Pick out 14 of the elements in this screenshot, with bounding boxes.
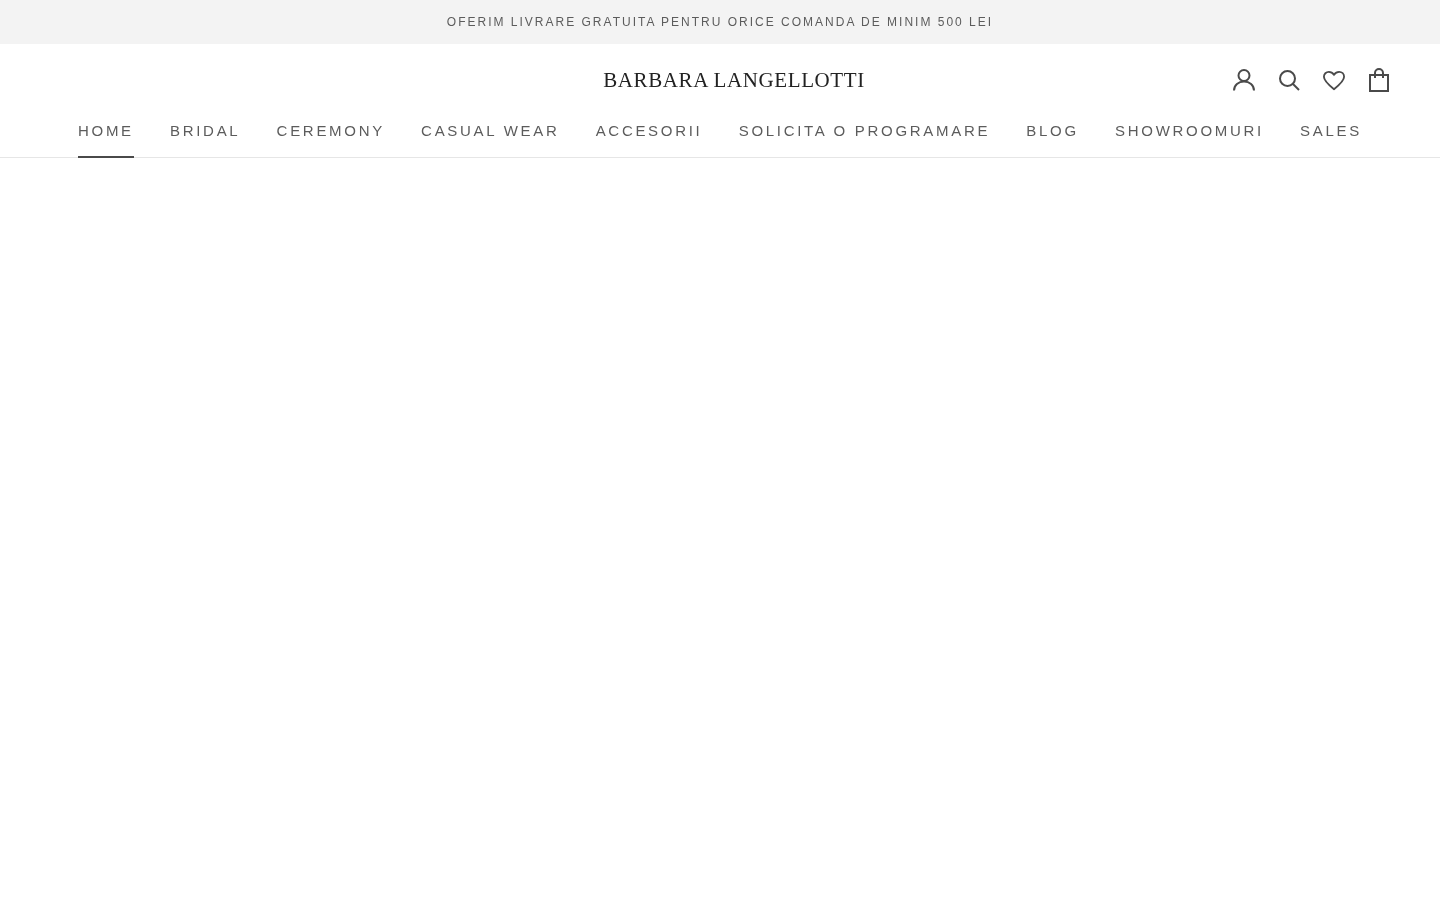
nav-link[interactable]: BRIDAL (170, 116, 241, 158)
search-icon[interactable] (1278, 68, 1300, 92)
nav-link[interactable]: SALES (1300, 116, 1362, 158)
shopping-bag-icon[interactable] (1368, 68, 1390, 92)
nav-link[interactable]: CASUAL WEAR (421, 116, 560, 158)
announcement-text: OFERIM LIVRARE GRATUITA PENTRU ORICE COMANDA DE MINIM 500 LEI (446, 15, 994, 29)
account-icon[interactable] (1233, 68, 1255, 92)
brand-logo[interactable]: BARBARA LANGELLOTTI (603, 67, 865, 93)
nav-link[interactable]: SHOWROOMURI (1115, 116, 1264, 158)
nav-link[interactable]: CEREMONY (276, 116, 385, 158)
nav-link[interactable]: SOLICITA O PROGRAMARE (738, 116, 991, 158)
nav-link[interactable]: ACCESORII (595, 116, 703, 158)
nav-link[interactable]: BLOG (1026, 116, 1079, 158)
heart-icon[interactable] (1323, 68, 1345, 92)
